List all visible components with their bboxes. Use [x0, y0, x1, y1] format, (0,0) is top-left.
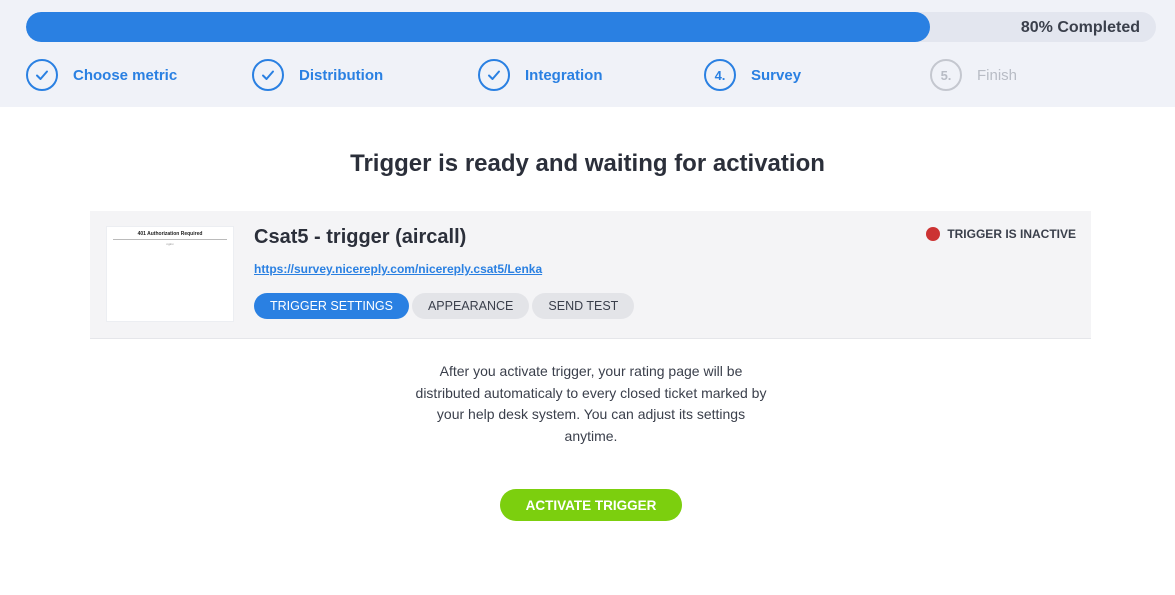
progress-label: 80% Completed: [1020, 19, 1140, 36]
survey-link[interactable]: https://survey.nicereply.com/nicereply.c…: [254, 262, 542, 276]
step-finish: 5. Finish: [930, 58, 1017, 92]
thumbnail-divider: [113, 239, 227, 240]
progress-bar-fill: [26, 12, 930, 42]
trigger-card: 401 Authorization Required nginx Csat5 -…: [90, 211, 1091, 339]
step-integration[interactable]: Integration: [478, 58, 603, 92]
step-distribution[interactable]: Distribution: [252, 58, 383, 92]
step-number: 5.: [930, 59, 962, 91]
step-choose-metric[interactable]: Choose metric: [26, 58, 177, 92]
step-label: Finish: [977, 66, 1018, 84]
wizard-header: 80% Completed Choose metric Distribution…: [0, 0, 1175, 107]
step-number: 4.: [704, 59, 736, 91]
activation-description: After you activate trigger, your rating …: [415, 363, 767, 444]
status-dot-icon: [926, 227, 941, 241]
trigger-status: TRIGGER IS INACTIVE: [926, 227, 1076, 241]
page-title: Trigger is ready and waiting for activat…: [350, 150, 825, 177]
survey-preview-thumbnail[interactable]: 401 Authorization Required nginx: [106, 226, 234, 322]
step-label: Survey: [751, 66, 802, 84]
trigger-title: Csat5 - trigger (aircall): [254, 226, 467, 248]
progress-bar: 80% Completed: [26, 12, 1156, 42]
thumbnail-subtitle: nginx: [166, 242, 174, 246]
step-label: Choose metric: [73, 66, 178, 84]
step-survey[interactable]: 4. Survey: [704, 58, 801, 92]
tab-trigger-settings[interactable]: TRIGGER SETTINGS: [254, 293, 409, 319]
step-label: Integration: [525, 66, 603, 84]
tab-appearance[interactable]: APPEARANCE: [411, 293, 530, 319]
tab-send-test[interactable]: SEND TEST: [532, 293, 635, 319]
check-icon: [478, 59, 510, 91]
step-label: Distribution: [299, 66, 384, 84]
trigger-tabs: TRIGGER SETTINGS APPEARANCE SEND TEST: [254, 293, 635, 319]
thumbnail-title: 401 Authorization Required: [137, 231, 203, 237]
check-icon: [26, 59, 58, 91]
check-icon: [252, 59, 284, 91]
status-text: TRIGGER IS INACTIVE: [947, 227, 1076, 241]
activate-trigger-button[interactable]: ACTIVATE TRIGGER: [500, 489, 682, 521]
wizard-steps: Choose metric Distribution Integration 4…: [26, 58, 1156, 92]
